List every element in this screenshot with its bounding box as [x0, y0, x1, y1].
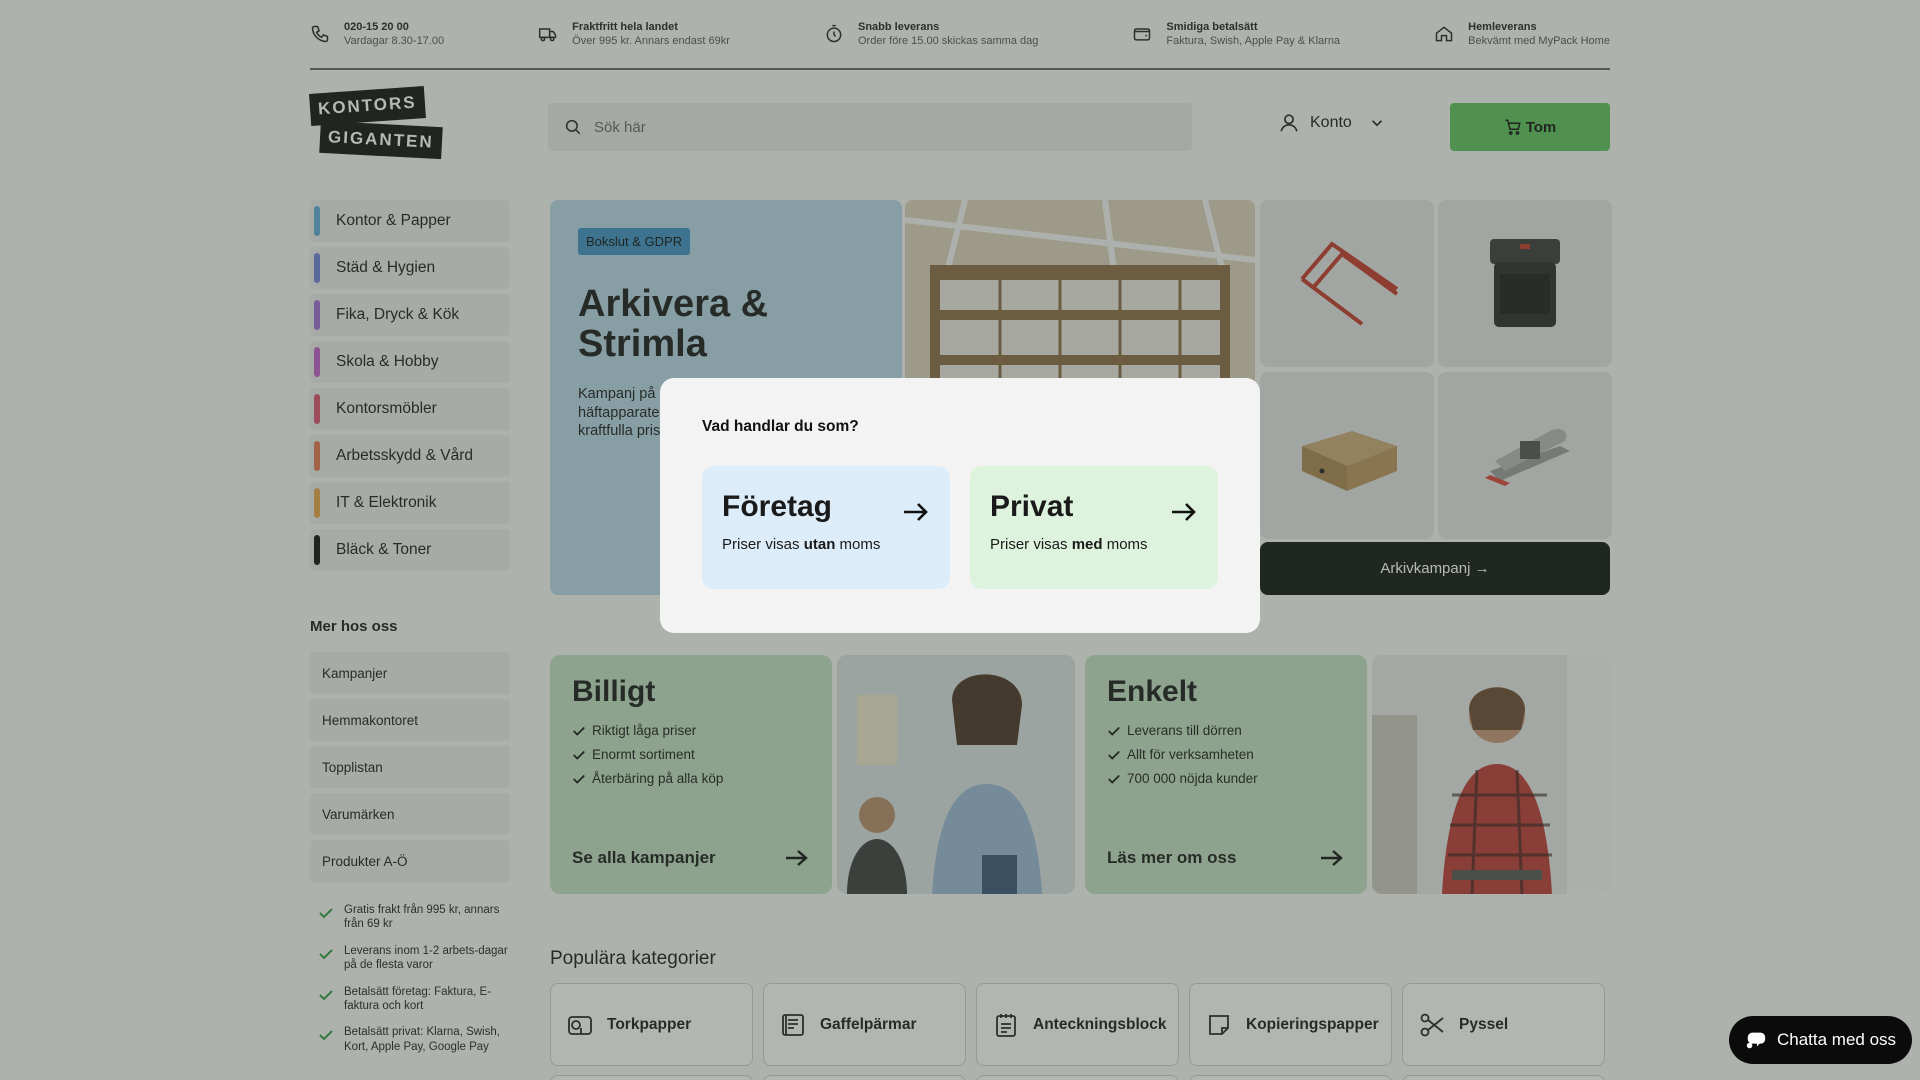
choice-title: Företag — [722, 490, 833, 523]
chat-bubbles-icon — [1746, 1032, 1766, 1049]
choice-subtitle: Priser visas med moms — [990, 536, 1148, 553]
choice-business-button[interactable]: Företag Priser visas utan moms — [702, 466, 950, 589]
customer-type-modal: Vad handlar du som? Företag Priser visas… — [660, 378, 1260, 633]
choice-title: Privat — [990, 490, 1074, 523]
chat-button[interactable]: Chatta med oss — [1729, 1016, 1912, 1064]
chat-label: Chatta med oss — [1776, 1030, 1897, 1049]
choice-private-button[interactable]: Privat Priser visas med moms — [970, 466, 1218, 589]
modal-question: Vad handlar du som? — [702, 418, 859, 435]
choice-subtitle: Priser visas utan moms — [722, 536, 881, 553]
arrow-right-icon — [904, 503, 928, 521]
arrow-right-icon — [1172, 503, 1196, 521]
